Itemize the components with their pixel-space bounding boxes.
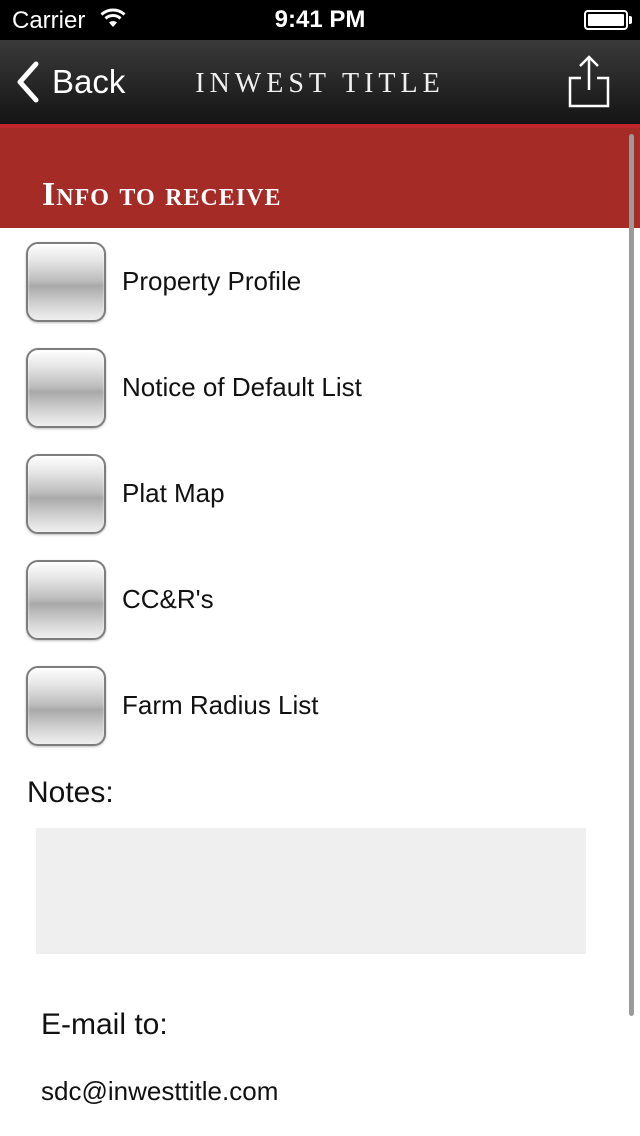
clock: 9:41 PM [274,6,366,33]
checkbox[interactable] [26,666,106,746]
checkbox[interactable] [26,560,106,640]
option-plat-map[interactable]: Plat Map [0,440,620,546]
option-ccrs[interactable]: CC&R's [0,546,620,652]
checkbox[interactable] [26,454,106,534]
option-farm-radius-list[interactable]: Farm Radius List [0,652,620,758]
checkbox[interactable] [26,242,106,322]
option-label: Farm Radius List [122,690,319,720]
status-bar: Carrier 9:41 PM [0,0,640,40]
share-icon[interactable] [568,54,610,110]
app-title: INWEST TITLE [195,68,445,99]
option-property-profile[interactable]: Property Profile [0,228,620,334]
navigation-bar: Back INWEST TITLE [0,40,640,124]
section-header: Info to receive [0,128,640,228]
scrollbar[interactable] [629,134,634,1016]
email-label: E-mail to: [41,1008,168,1041]
battery-tip [629,16,632,24]
notes-label: Notes: [27,776,114,809]
option-label: Notice of Default List [122,372,362,402]
section-heading: Info to receive [42,176,282,213]
option-notice-of-default-list[interactable]: Notice of Default List [0,334,620,440]
option-label: Plat Map [122,478,225,508]
option-label: Property Profile [122,266,302,296]
checkbox[interactable] [26,348,106,428]
option-label: CC&R's [122,584,214,614]
notes-input[interactable] [36,828,586,954]
email-address[interactable]: sdc@inwesttitle.com [41,1076,278,1107]
battery-icon [584,10,628,30]
